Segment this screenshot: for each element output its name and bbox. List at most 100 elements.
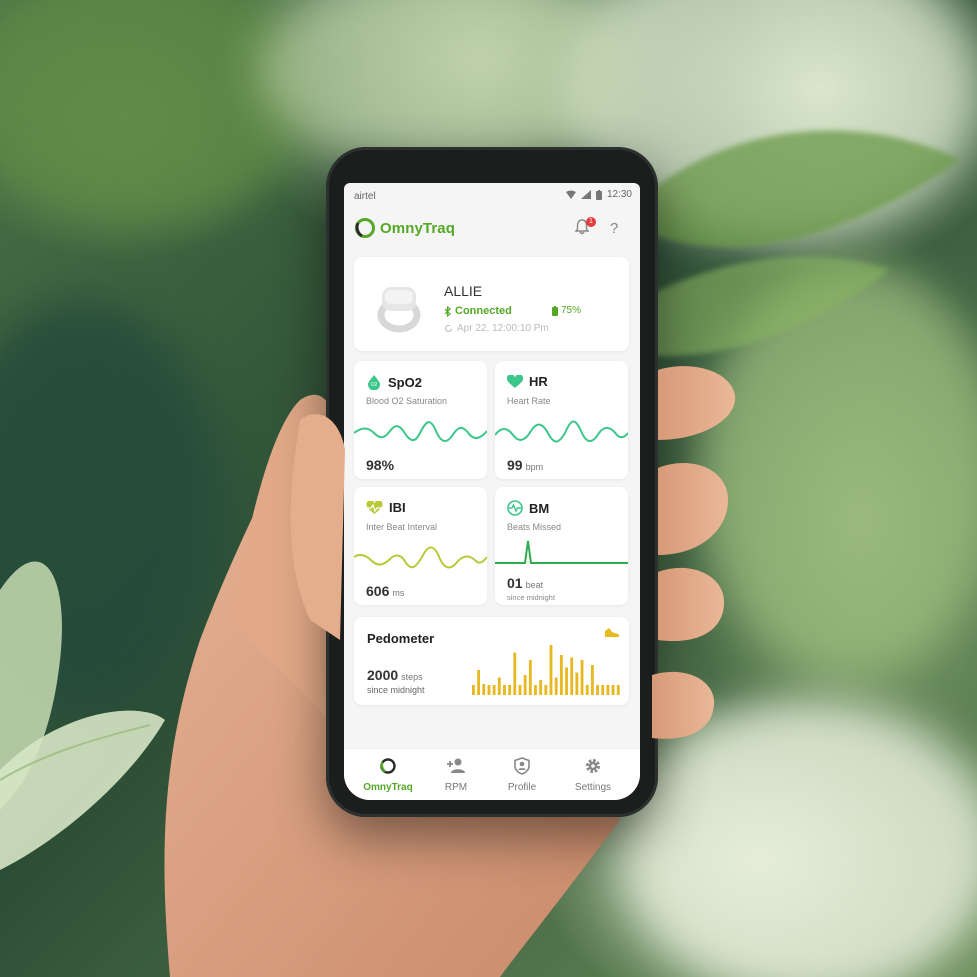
pedometer-bar bbox=[559, 655, 563, 695]
bm-note: since midnight bbox=[507, 593, 555, 602]
pedometer-bar bbox=[492, 685, 496, 695]
battery-status-icon bbox=[595, 189, 602, 200]
pedometer-bar bbox=[477, 670, 481, 695]
pedometer-bar bbox=[518, 685, 522, 695]
pedometer-bar bbox=[554, 677, 558, 695]
pedometer-bar bbox=[590, 665, 594, 695]
device-name: ALLIE bbox=[444, 283, 483, 299]
pedometer-bar bbox=[472, 685, 475, 695]
pedometer-bar bbox=[513, 652, 517, 695]
pedometer-bar bbox=[596, 685, 599, 695]
hr-value: 99 bpm bbox=[507, 457, 544, 473]
pedometer-bar bbox=[611, 685, 615, 695]
pedometer-bar bbox=[616, 685, 620, 695]
pedometer-bar bbox=[482, 684, 486, 695]
pedometer-bar bbox=[523, 675, 527, 695]
hr-subtitle: Heart Rate bbox=[507, 396, 551, 406]
ibi-title: IBI bbox=[389, 500, 406, 515]
pedometer-bar bbox=[585, 685, 589, 695]
pedometer-bar bbox=[601, 685, 605, 695]
bm-title: BM bbox=[529, 500, 550, 516]
phone-notch bbox=[344, 160, 640, 183]
pedometer-bar bbox=[606, 685, 610, 695]
ibi-unit: ms bbox=[392, 588, 405, 598]
app-screen: airtel 12:30 OmnyTraq 1 ? ALLIE Connecte… bbox=[344, 183, 640, 800]
pedometer-value: 2000 steps bbox=[367, 667, 423, 683]
nav-profile-label: Profile bbox=[507, 782, 537, 793]
pedometer-bar bbox=[534, 685, 537, 695]
app-header: OmnyTraq 1 ? bbox=[344, 209, 640, 249]
device-card[interactable]: ALLIE Connected 75% Apr 22, 12:00:10 Pm bbox=[354, 257, 629, 351]
nav-profile[interactable]: Profile bbox=[492, 757, 552, 793]
last-sync-time: Apr 22, 12:00:10 Pm bbox=[457, 323, 549, 334]
spo2-card[interactable]: O2 SpO2 Blood O2 Saturation 98% bbox=[354, 361, 487, 479]
pedometer-bar bbox=[503, 685, 506, 695]
spo2-subtitle: Blood O2 Saturation bbox=[366, 396, 448, 406]
omnytraq-logo-icon bbox=[355, 218, 375, 238]
nav-omnytraq-label: OmnyTraq bbox=[363, 782, 413, 793]
connection-status-label: Connected bbox=[455, 305, 512, 317]
ibi-card[interactable]: IBI Inter Beat Interval 606 ms bbox=[354, 487, 487, 605]
ibi-waveform bbox=[354, 546, 487, 569]
pedometer-bar bbox=[508, 685, 512, 695]
nav-rpm[interactable]: RPM bbox=[426, 757, 486, 793]
pedometer-bar bbox=[575, 672, 579, 695]
profile-shield-icon bbox=[514, 757, 530, 775]
pedometer-bar bbox=[539, 680, 543, 695]
pedometer-note: since midnight bbox=[367, 685, 425, 695]
pedometer-card[interactable]: Pedometer 2000 steps since midnight bbox=[354, 617, 629, 705]
last-sync: Apr 22, 12:00:10 Pm bbox=[444, 323, 549, 334]
omnytraq-nav-icon bbox=[380, 758, 396, 774]
pedometer-unit: steps bbox=[401, 672, 423, 682]
heart-pulse-icon bbox=[366, 500, 383, 514]
hr-unit: bpm bbox=[525, 462, 544, 472]
bm-card[interactable]: BM Beats Missed 01 beat since midnight bbox=[495, 487, 628, 605]
sync-icon bbox=[445, 325, 452, 332]
wifi-icon bbox=[565, 190, 576, 199]
pedometer-title: Pedometer bbox=[367, 631, 435, 646]
battery-level: 75% bbox=[552, 305, 581, 316]
bm-value: 01 beat bbox=[507, 575, 544, 591]
pedometer-bar bbox=[570, 657, 574, 695]
pedometer-bar bbox=[497, 677, 501, 695]
connection-status: Connected bbox=[444, 305, 512, 317]
help-icon[interactable]: ? bbox=[610, 220, 618, 237]
spo2-value: 98% bbox=[366, 457, 395, 473]
bluetooth-icon bbox=[444, 305, 451, 317]
battery-percent: 75% bbox=[561, 305, 582, 316]
svg-text:O2: O2 bbox=[371, 382, 378, 388]
add-user-icon bbox=[447, 758, 465, 773]
spo2-waveform bbox=[354, 421, 487, 442]
ring-device-image bbox=[377, 287, 421, 333]
hr-card[interactable]: HR Heart Rate 99 bpm bbox=[495, 361, 628, 479]
nav-omnytraq[interactable]: OmnyTraq bbox=[358, 757, 418, 793]
clock: 12:30 bbox=[606, 189, 632, 200]
ibi-value: 606 ms bbox=[366, 583, 405, 599]
pedometer-bar-chart bbox=[472, 645, 620, 695]
battery-icon bbox=[552, 305, 558, 316]
bm-waveform bbox=[495, 540, 628, 564]
pedometer-bar bbox=[549, 645, 553, 695]
ibi-subtitle: Inter Beat Interval bbox=[366, 522, 438, 532]
signal-icon bbox=[580, 190, 591, 199]
status-bar: airtel 12:30 bbox=[344, 183, 640, 209]
bm-subtitle: Beats Missed bbox=[507, 522, 562, 532]
nav-settings-label: Settings bbox=[574, 782, 612, 793]
bm-unit: beat bbox=[525, 580, 544, 590]
nav-rpm-label: RPM bbox=[444, 782, 468, 793]
heart-icon bbox=[507, 374, 523, 388]
spo2-title: SpO2 bbox=[388, 374, 422, 390]
shoe-icon bbox=[604, 628, 620, 637]
hr-waveform bbox=[495, 420, 628, 443]
bottom-navigation: OmnyTraq RPM Profile Settings bbox=[344, 748, 640, 800]
pedometer-bar bbox=[544, 685, 548, 695]
pedometer-bar bbox=[528, 660, 532, 695]
notification-badge: 1 bbox=[586, 217, 596, 227]
pedometer-bar bbox=[565, 667, 568, 695]
pedometer-bar bbox=[487, 685, 491, 695]
nav-settings[interactable]: Settings bbox=[563, 757, 623, 793]
carrier-name: airtel bbox=[354, 191, 376, 202]
app-logo[interactable]: OmnyTraq bbox=[354, 217, 455, 239]
droplet-icon: O2 bbox=[368, 375, 380, 390]
app-name: OmnyTraq bbox=[380, 219, 455, 237]
